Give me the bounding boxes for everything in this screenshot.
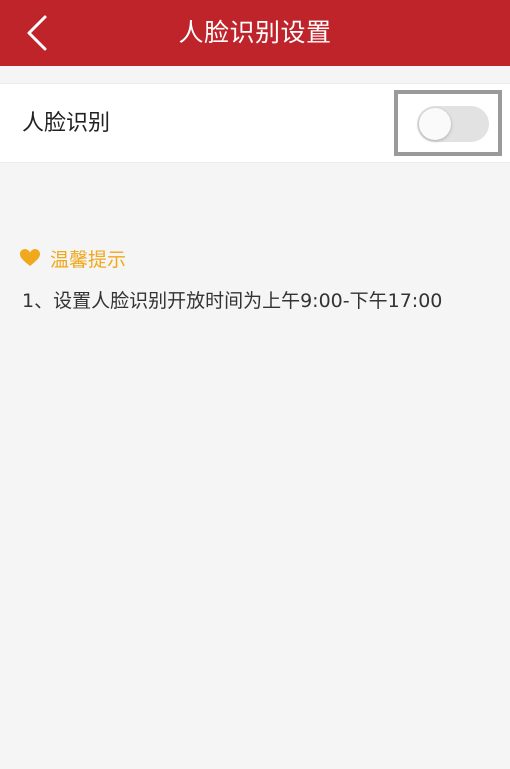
toggle-knob <box>419 108 451 140</box>
heart-icon <box>20 249 40 266</box>
tip-header: 温馨提示 <box>20 244 126 272</box>
toggle-highlight-frame <box>394 90 502 156</box>
app-header: 人脸识别设置 <box>0 0 510 66</box>
page-title: 人脸识别设置 <box>178 18 332 47</box>
tip-item: 1、设置人脸识别开放时间为上午9:00-下午17:00 <box>22 290 443 312</box>
tip-title: 温馨提示 <box>50 248 127 271</box>
face-recognition-label: 人脸识别 <box>22 111 111 136</box>
face-recognition-toggle[interactable] <box>417 106 489 142</box>
face-recognition-setting-row: 人脸识别 <box>0 83 510 163</box>
